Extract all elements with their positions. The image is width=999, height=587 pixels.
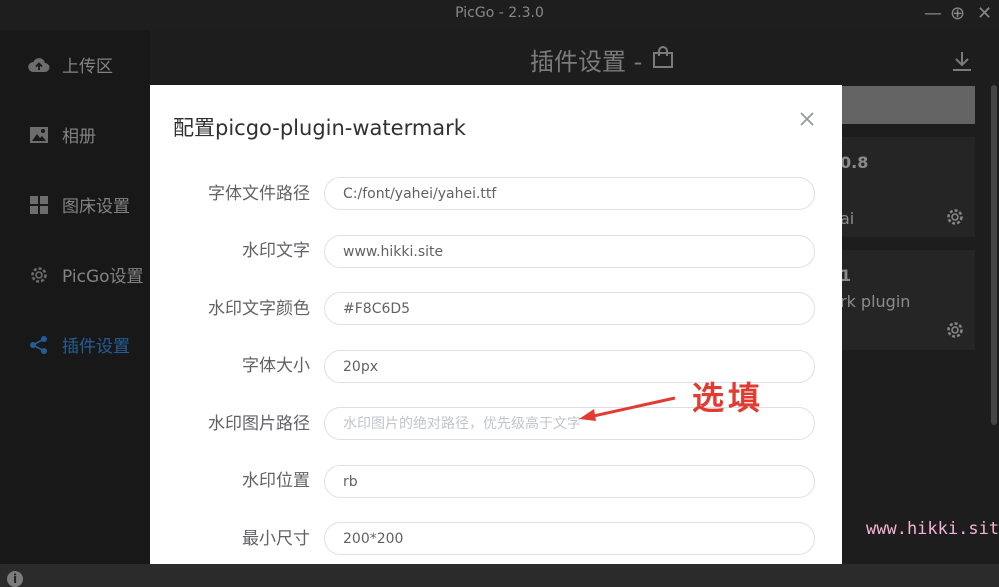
plugin-config-dialog: 配置picgo-plugin-watermark 字体文件路径 水印文字 水印文… xyxy=(150,85,842,564)
annotation-arrow-icon xyxy=(575,394,680,428)
font-path-label: 字体文件路径 xyxy=(208,184,310,204)
image-path-label: 水印图片路径 xyxy=(208,414,310,434)
min-size-label: 最小尺寸 xyxy=(242,529,310,549)
position-label: 水印位置 xyxy=(242,471,310,491)
position-input[interactable] xyxy=(324,465,815,498)
text-color-input[interactable] xyxy=(324,292,815,325)
watermark-text-input[interactable] xyxy=(324,235,815,268)
dialog-title: 配置picgo-plugin-watermark xyxy=(173,116,466,140)
text-color-label: 水印文字颜色 xyxy=(208,299,310,319)
watermark-text-label: 水印文字 xyxy=(242,241,310,261)
optional-annotation: 选填 xyxy=(692,379,765,417)
font-path-input[interactable] xyxy=(324,177,815,210)
font-size-label: 字体大小 xyxy=(242,356,310,376)
min-size-input[interactable] xyxy=(324,522,815,555)
close-icon[interactable] xyxy=(798,110,816,128)
watermark-text: www.hikki.site xyxy=(866,519,999,539)
info-icon[interactable]: i xyxy=(7,571,23,587)
